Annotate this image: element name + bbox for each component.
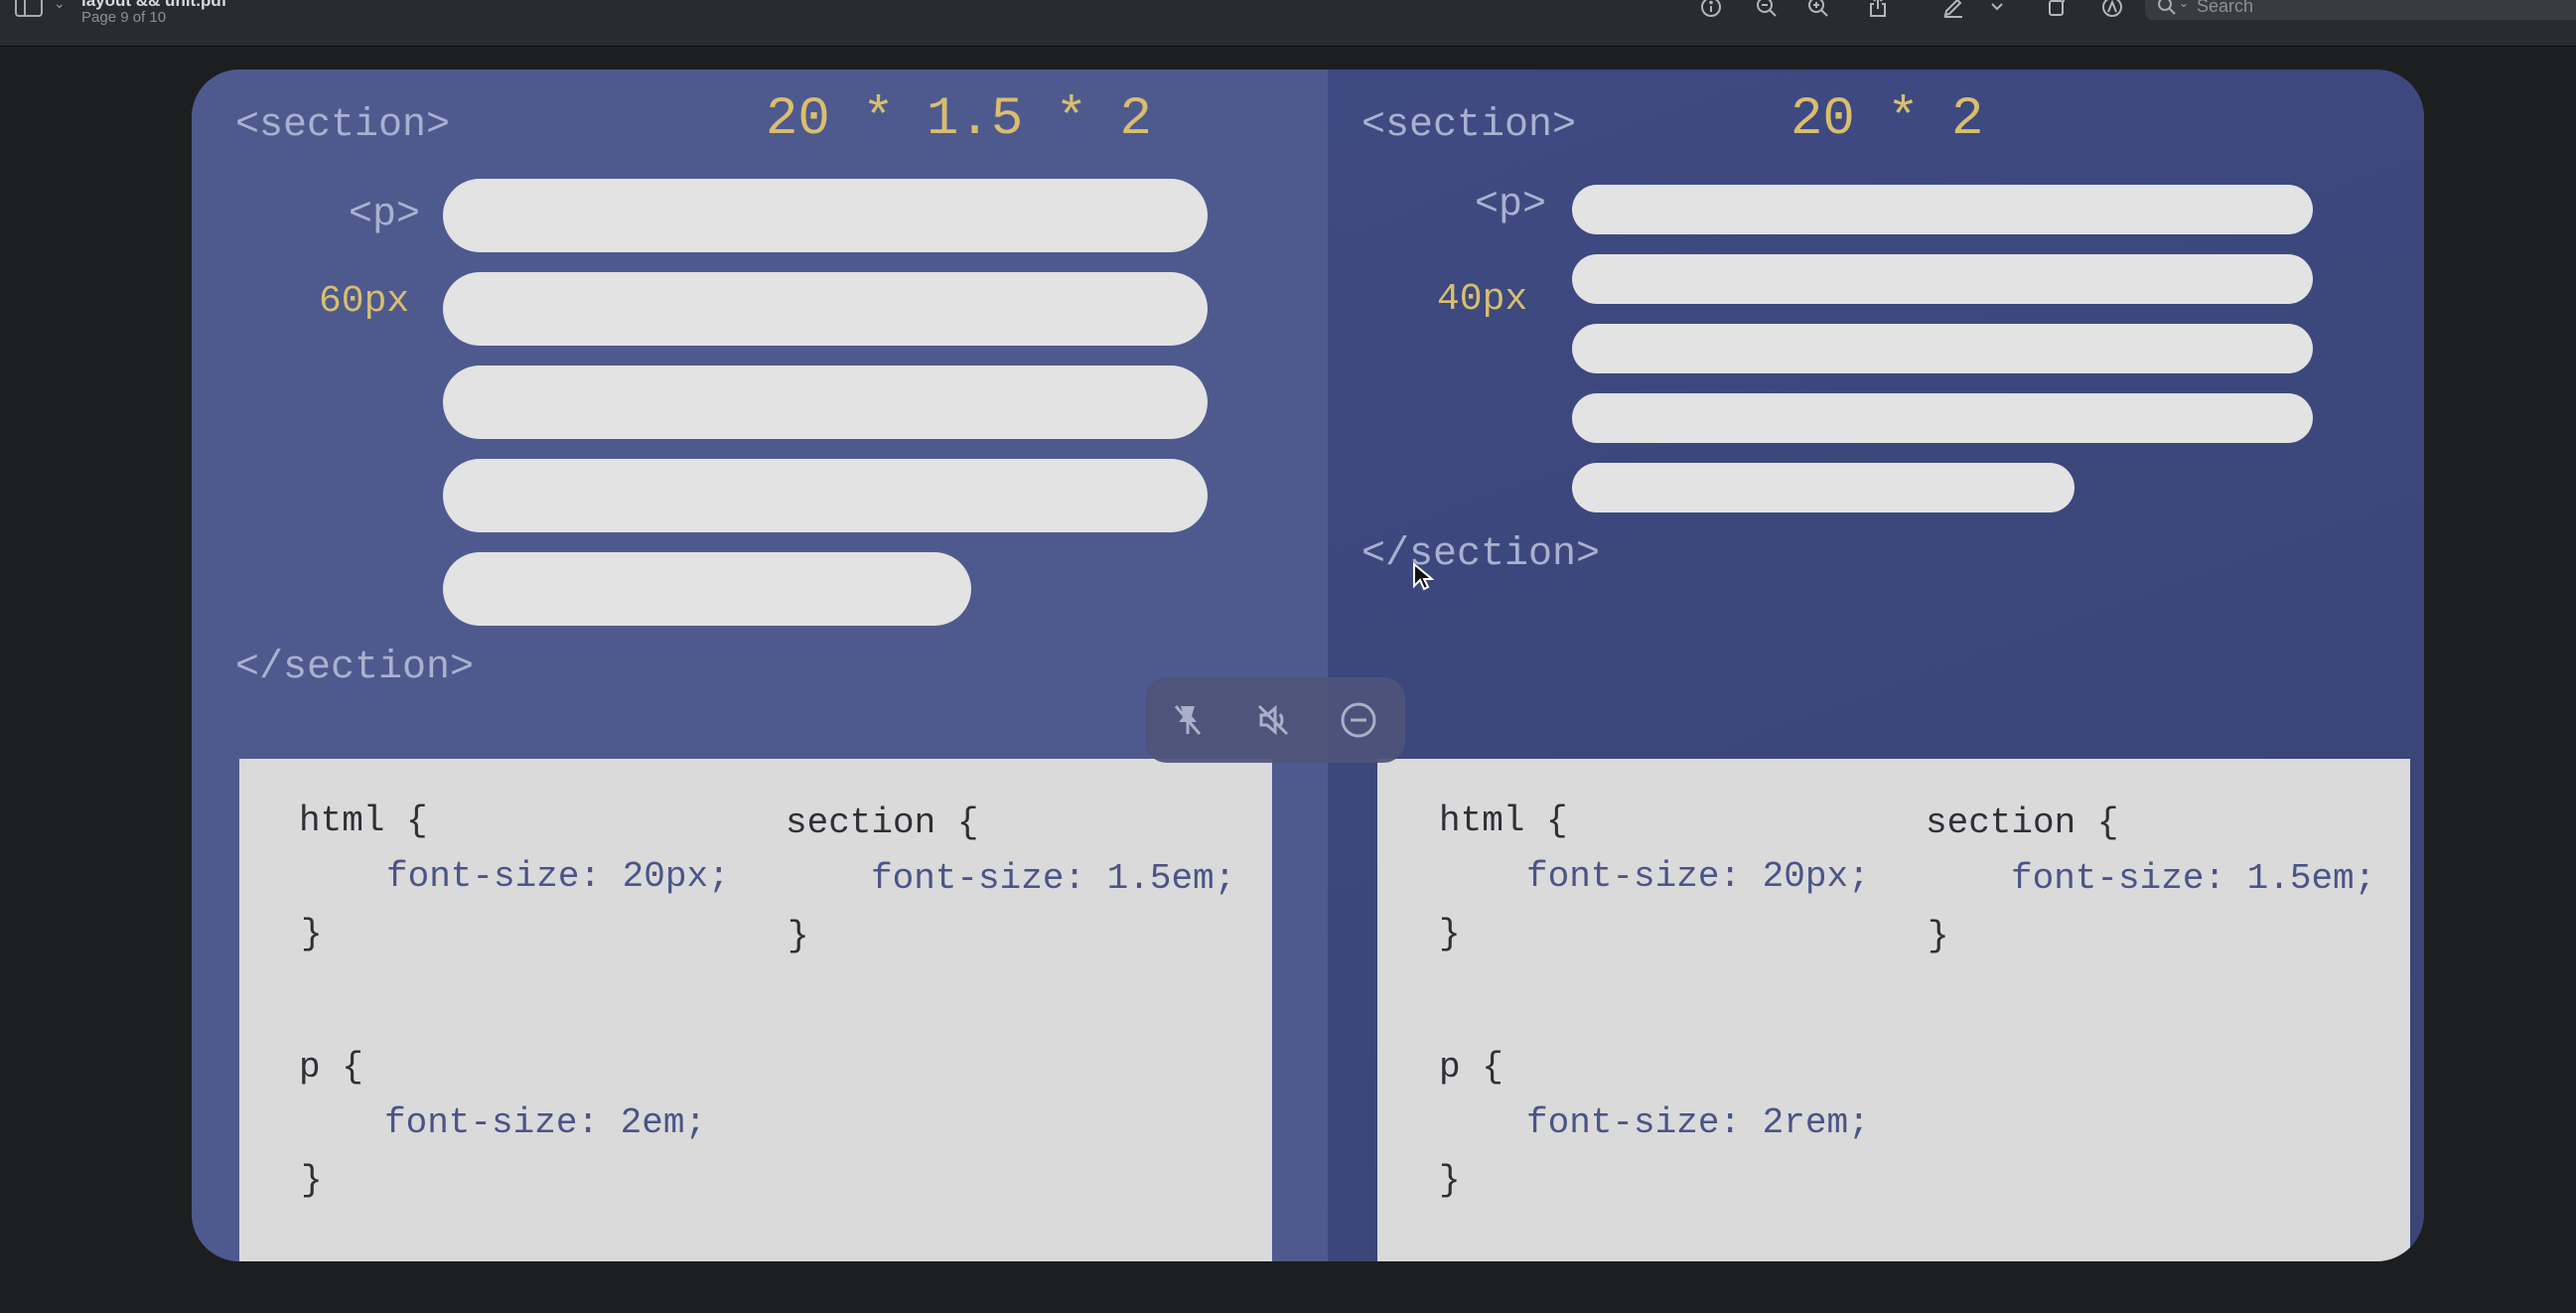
- code-p-open: p {: [1439, 1047, 1503, 1088]
- section-open-tag: <section>: [1361, 103, 1577, 148]
- highlight-options-button[interactable]: [1982, 0, 2012, 22]
- css-code-card: html { font-size: 20px; } section { font…: [239, 759, 1272, 1261]
- page-indicator: Page 9 of 10: [81, 9, 167, 26]
- computed-size-label: 40px: [1437, 278, 1528, 321]
- zoom-out-button[interactable]: [1752, 0, 1782, 22]
- text-line-bar: [1572, 463, 2075, 512]
- section-close-tag: </section>: [235, 646, 475, 690]
- sidebar-toggle-button[interactable]: ⌄: [14, 0, 66, 22]
- font-size-formula: 20 * 1.5 * 2: [766, 89, 1152, 150]
- code-section-close: }: [1928, 916, 1949, 956]
- sidebar-icon: [15, 0, 43, 17]
- section-close-tag: </section>: [1361, 532, 1601, 577]
- mute-button[interactable]: [1248, 695, 1298, 745]
- text-line-bar: [443, 365, 1208, 439]
- text-line-bar: [443, 459, 1208, 532]
- code-section-open: section {: [1926, 802, 2119, 843]
- share-button[interactable]: [1863, 0, 1893, 22]
- code-p-close: }: [1439, 1160, 1461, 1201]
- rotate-icon: [2049, 0, 2065, 16]
- chevron-down-icon: [1991, 3, 2003, 11]
- text-line-bar: [1572, 393, 2313, 443]
- text-line-bar: [1572, 185, 2313, 234]
- highlight-button[interactable]: [1938, 0, 1968, 22]
- code-section-open: section {: [786, 802, 979, 843]
- code-html-prop: font-size: 20px;: [386, 856, 730, 897]
- code-p-prop: font-size: 2rem;: [1526, 1102, 1870, 1143]
- mouse-cursor-icon: [1413, 562, 1434, 591]
- slide-left-panel: <section> 20 * 1.5 * 2 <p> 60px </sectio…: [192, 70, 1328, 1261]
- rotate-button[interactable]: [2042, 0, 2072, 22]
- slide-right-panel: <section> 20 * 2 <p> 40px </section> htm…: [1328, 70, 2424, 1261]
- code-p-prop: font-size: 2em;: [384, 1102, 707, 1143]
- share-icon: [1870, 0, 1886, 17]
- zoom-in-icon: [1808, 0, 1828, 17]
- mute-icon: [1257, 704, 1289, 736]
- code-section-prop: font-size: 1.5em;: [871, 858, 1236, 899]
- search-input[interactable]: [2195, 0, 2556, 18]
- code-html-prop: font-size: 20px;: [1526, 856, 1870, 897]
- toolbar: ⌄ layout && unit.pdf Page 9 of 10 ⌄: [0, 0, 2576, 47]
- code-html-open: html {: [1439, 801, 1568, 841]
- text-line-bar: [443, 552, 971, 626]
- zoom-out-icon: [1757, 0, 1777, 17]
- css-code-card: html { font-size: 20px; } section { font…: [1377, 759, 2410, 1261]
- highlight-icon: [1943, 0, 1962, 18]
- markup-icon: [2102, 0, 2122, 17]
- minimize-button[interactable]: [1334, 695, 1383, 745]
- unpin-icon: [1174, 705, 1202, 735]
- code-html-close: }: [301, 914, 323, 954]
- code-section-prop: font-size: 1.5em;: [2011, 858, 2376, 899]
- p-tag: <p>: [1475, 183, 1547, 227]
- search-icon: [2158, 0, 2176, 15]
- info-icon: [1701, 0, 1721, 17]
- font-size-formula: 20 * 2: [1790, 89, 1984, 150]
- minimize-icon: [1341, 702, 1376, 738]
- text-line-bar: [1572, 254, 2313, 304]
- info-button[interactable]: [1696, 0, 1726, 22]
- code-html-open: html {: [299, 801, 428, 841]
- p-tag: <p>: [349, 193, 421, 237]
- code-section-close: }: [787, 916, 809, 956]
- chevron-down-icon: ⌄: [54, 0, 66, 11]
- section-open-tag: <section>: [235, 103, 451, 148]
- text-line-bar: [443, 272, 1208, 346]
- chevron-down-icon: ⌄: [2179, 0, 2190, 10]
- zoom-in-button[interactable]: [1803, 0, 1833, 22]
- text-line-bar: [1572, 324, 2313, 373]
- markup-button[interactable]: [2097, 0, 2127, 22]
- text-line-bar: [443, 179, 1208, 252]
- code-p-open: p {: [299, 1047, 363, 1088]
- search-field[interactable]: ⌄: [2145, 0, 2576, 20]
- computed-size-label: 60px: [319, 280, 410, 323]
- unpin-button[interactable]: [1163, 695, 1213, 745]
- code-html-close: }: [1439, 914, 1461, 954]
- code-p-close: }: [301, 1160, 323, 1201]
- slide: <section> 20 * 1.5 * 2 <p> 60px </sectio…: [192, 70, 2424, 1261]
- floating-video-controls: [1145, 677, 1405, 763]
